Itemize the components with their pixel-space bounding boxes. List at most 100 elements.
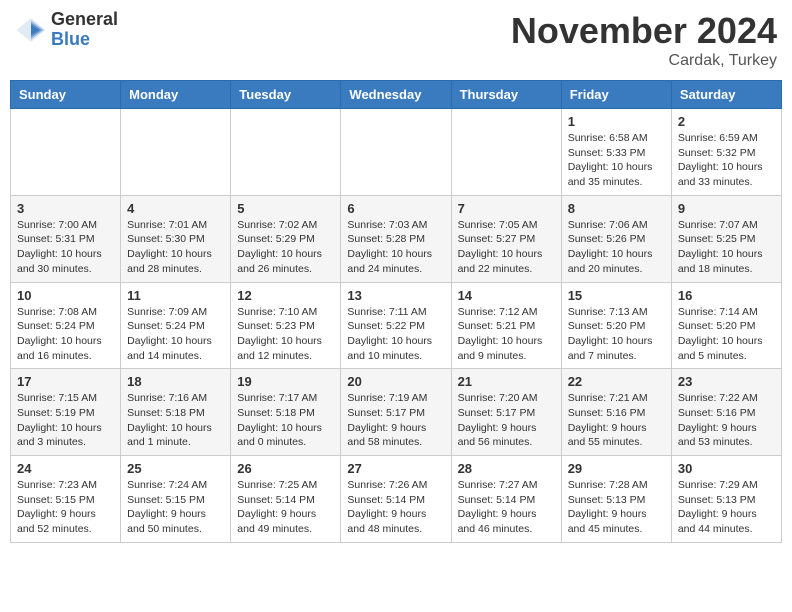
day-number: 21 (458, 374, 555, 389)
day-number: 27 (347, 461, 444, 476)
calendar-week-row: 24 Sunrise: 7:23 AM Sunset: 5:15 PM Dayli… (11, 456, 782, 543)
logo-text: General Blue (51, 10, 118, 50)
day-number: 24 (17, 461, 114, 476)
day-number: 15 (568, 288, 665, 303)
weekday-header: Tuesday (231, 81, 341, 109)
day-info: Sunrise: 7:23 AM Sunset: 5:15 PM Dayligh… (17, 478, 114, 537)
day-info: Sunrise: 7:27 AM Sunset: 5:14 PM Dayligh… (458, 478, 555, 537)
weekday-header: Thursday (451, 81, 561, 109)
day-number: 12 (237, 288, 334, 303)
day-number: 16 (678, 288, 775, 303)
calendar-table: SundayMondayTuesdayWednesdayThursdayFrid… (10, 80, 782, 543)
title-area: November 2024 Cardak, Turkey (511, 10, 777, 70)
day-number: 10 (17, 288, 114, 303)
day-info: Sunrise: 7:20 AM Sunset: 5:17 PM Dayligh… (458, 391, 555, 450)
calendar-cell: 17Sunrise: 7:15 AM Sunset: 5:19 PM Dayli… (11, 369, 121, 456)
calendar-cell: 11Sunrise: 7:09 AM Sunset: 5:24 PM Dayli… (121, 282, 231, 369)
day-number: 14 (458, 288, 555, 303)
weekday-header: Monday (121, 81, 231, 109)
calendar-cell: 27 Sunrise: 7:26 AM Sunset: 5:14 PM Dayli… (341, 456, 451, 543)
calendar-cell: 2Sunrise: 6:59 AM Sunset: 5:32 PM Daylig… (671, 109, 781, 196)
weekday-header: Wednesday (341, 81, 451, 109)
day-number: 18 (127, 374, 224, 389)
calendar-cell (341, 109, 451, 196)
day-info: Sunrise: 7:00 AM Sunset: 5:31 PM Dayligh… (17, 218, 114, 277)
day-number: 23 (678, 374, 775, 389)
day-number: 17 (17, 374, 114, 389)
day-number: 26 (237, 461, 334, 476)
day-number: 28 (458, 461, 555, 476)
calendar-cell: 3 Sunrise: 7:00 AM Sunset: 5:31 PM Daylig… (11, 195, 121, 282)
day-info: Sunrise: 7:03 AM Sunset: 5:28 PM Dayligh… (347, 218, 444, 277)
page-header: General Blue November 2024 Cardak, Turke… (10, 10, 782, 70)
day-number: 29 (568, 461, 665, 476)
day-number: 3 (17, 201, 114, 216)
calendar-cell: 4 Sunrise: 7:01 AM Sunset: 5:30 PM Daylig… (121, 195, 231, 282)
calendar-cell: 23Sunrise: 7:22 AM Sunset: 5:16 PM Dayli… (671, 369, 781, 456)
day-number: 19 (237, 374, 334, 389)
day-info: Sunrise: 7:06 AM Sunset: 5:26 PM Dayligh… (568, 218, 665, 277)
day-number: 8 (568, 201, 665, 216)
day-info: Sunrise: 7:09 AM Sunset: 5:24 PM Dayligh… (127, 305, 224, 364)
calendar-week-row: 1Sunrise: 6:58 AM Sunset: 5:33 PM Daylig… (11, 109, 782, 196)
calendar-cell: 15 Sunrise: 7:13 AM Sunset: 5:20 PM Dayli… (561, 282, 671, 369)
calendar-cell: 28 Sunrise: 7:27 AM Sunset: 5:14 PM Dayli… (451, 456, 561, 543)
logo-blue: Blue (51, 30, 118, 50)
calendar-week-row: 3 Sunrise: 7:00 AM Sunset: 5:31 PM Daylig… (11, 195, 782, 282)
calendar-cell: 5 Sunrise: 7:02 AM Sunset: 5:29 PM Daylig… (231, 195, 341, 282)
day-info: Sunrise: 7:29 AM Sunset: 5:13 PM Dayligh… (678, 478, 775, 537)
calendar-cell: 12Sunrise: 7:10 AM Sunset: 5:23 PM Dayli… (231, 282, 341, 369)
day-number: 2 (678, 114, 775, 129)
logo: General Blue (15, 10, 118, 50)
calendar-cell: 29 Sunrise: 7:28 AM Sunset: 5:13 PM Dayli… (561, 456, 671, 543)
day-info: Sunrise: 7:19 AM Sunset: 5:17 PM Dayligh… (347, 391, 444, 450)
day-info: Sunrise: 7:26 AM Sunset: 5:14 PM Dayligh… (347, 478, 444, 537)
day-info: Sunrise: 7:02 AM Sunset: 5:29 PM Dayligh… (237, 218, 334, 277)
calendar-cell: 24 Sunrise: 7:23 AM Sunset: 5:15 PM Dayli… (11, 456, 121, 543)
calendar-cell (121, 109, 231, 196)
calendar-week-row: 17Sunrise: 7:15 AM Sunset: 5:19 PM Dayli… (11, 369, 782, 456)
day-info: Sunrise: 7:07 AM Sunset: 5:25 PM Dayligh… (678, 218, 775, 277)
day-info: Sunrise: 7:24 AM Sunset: 5:15 PM Dayligh… (127, 478, 224, 537)
day-info: Sunrise: 7:08 AM Sunset: 5:24 PM Dayligh… (17, 305, 114, 364)
day-info: Sunrise: 7:25 AM Sunset: 5:14 PM Dayligh… (237, 478, 334, 537)
calendar-cell: 19Sunrise: 7:17 AM Sunset: 5:18 PM Dayli… (231, 369, 341, 456)
calendar-cell: 10 Sunrise: 7:08 AM Sunset: 5:24 PM Dayli… (11, 282, 121, 369)
day-number: 25 (127, 461, 224, 476)
day-number: 9 (678, 201, 775, 216)
day-number: 1 (568, 114, 665, 129)
day-number: 4 (127, 201, 224, 216)
calendar-cell: 8 Sunrise: 7:06 AM Sunset: 5:26 PM Daylig… (561, 195, 671, 282)
calendar-cell: 30 Sunrise: 7:29 AM Sunset: 5:13 PM Dayli… (671, 456, 781, 543)
calendar-cell: 25 Sunrise: 7:24 AM Sunset: 5:15 PM Dayli… (121, 456, 231, 543)
logo-general: General (51, 10, 118, 30)
day-info: Sunrise: 7:14 AM Sunset: 5:20 PM Dayligh… (678, 305, 775, 364)
day-info: Sunrise: 7:05 AM Sunset: 5:27 PM Dayligh… (458, 218, 555, 277)
calendar-cell: 13Sunrise: 7:11 AM Sunset: 5:22 PM Dayli… (341, 282, 451, 369)
day-number: 30 (678, 461, 775, 476)
calendar-cell: 21 Sunrise: 7:20 AM Sunset: 5:17 PM Dayli… (451, 369, 561, 456)
calendar-cell: 18Sunrise: 7:16 AM Sunset: 5:18 PM Dayli… (121, 369, 231, 456)
day-number: 5 (237, 201, 334, 216)
calendar-cell: 1Sunrise: 6:58 AM Sunset: 5:33 PM Daylig… (561, 109, 671, 196)
location: Cardak, Turkey (511, 52, 777, 70)
calendar-week-row: 10 Sunrise: 7:08 AM Sunset: 5:24 PM Dayli… (11, 282, 782, 369)
day-info: Sunrise: 7:01 AM Sunset: 5:30 PM Dayligh… (127, 218, 224, 277)
logo-icon (15, 14, 47, 46)
calendar-cell: 9 Sunrise: 7:07 AM Sunset: 5:25 PM Daylig… (671, 195, 781, 282)
day-info: Sunrise: 7:21 AM Sunset: 5:16 PM Dayligh… (568, 391, 665, 450)
day-info: Sunrise: 7:28 AM Sunset: 5:13 PM Dayligh… (568, 478, 665, 537)
calendar-cell (451, 109, 561, 196)
calendar-cell: 7 Sunrise: 7:05 AM Sunset: 5:27 PM Daylig… (451, 195, 561, 282)
calendar-cell: 16 Sunrise: 7:14 AM Sunset: 5:20 PM Dayli… (671, 282, 781, 369)
weekday-header: Friday (561, 81, 671, 109)
day-number: 7 (458, 201, 555, 216)
calendar-cell: 6Sunrise: 7:03 AM Sunset: 5:28 PM Daylig… (341, 195, 451, 282)
calendar-cell: 26 Sunrise: 7:25 AM Sunset: 5:14 PM Dayli… (231, 456, 341, 543)
day-info: Sunrise: 7:13 AM Sunset: 5:20 PM Dayligh… (568, 305, 665, 364)
calendar-cell: 14 Sunrise: 7:12 AM Sunset: 5:21 PM Dayli… (451, 282, 561, 369)
day-info: Sunrise: 7:12 AM Sunset: 5:21 PM Dayligh… (458, 305, 555, 364)
month-title: November 2024 (511, 10, 777, 52)
calendar-cell (11, 109, 121, 196)
calendar-cell: 22Sunrise: 7:21 AM Sunset: 5:16 PM Dayli… (561, 369, 671, 456)
